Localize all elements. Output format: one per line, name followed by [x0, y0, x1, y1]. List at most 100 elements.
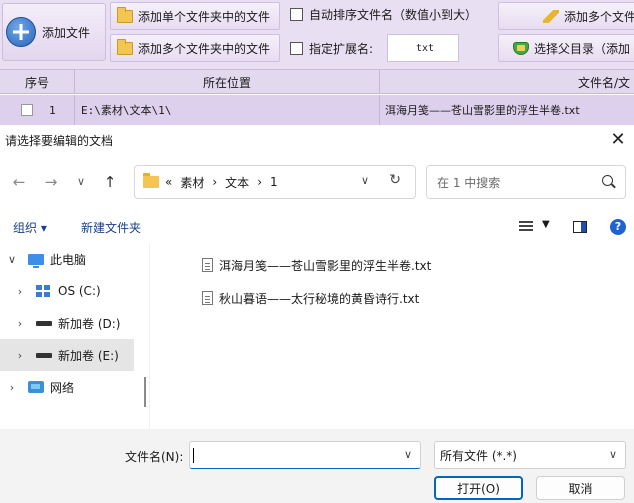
choose-parent-button[interactable]: 选择父目录（添加 [498, 34, 634, 62]
navigation-tree: ∨ 此电脑 › OS (C:) › 新加卷 (D:) › 新加卷 (E:) › … [0, 243, 150, 429]
file-type-value: 所有文件 (*.*) [440, 448, 517, 463]
windows-drive-icon [36, 285, 50, 297]
tree-item-label: 新加卷 (E:) [58, 348, 119, 363]
chevron-down-icon[interactable]: ∨ [609, 448, 617, 461]
chevron-down-icon[interactable]: ▼ [542, 219, 550, 230]
back-arrow-icon[interactable]: ← [8, 171, 30, 193]
file-type-select[interactable]: 所有文件 (*.*) ∨ [434, 441, 626, 469]
add-multi-folder-label: 添加多个文件夹中的文件 [138, 41, 271, 56]
tree-item-label: OS (C:) [58, 284, 101, 298]
chevron-right-icon[interactable]: › [13, 349, 27, 362]
network-icon [28, 381, 44, 393]
row-index-cell: 1 [0, 95, 75, 125]
tree-item-label: 网络 [50, 380, 75, 395]
file-name: 秋山暮语——太行秘境的黄昏诗行.txt [219, 291, 420, 306]
tree-item-volume-d[interactable]: › 新加卷 (D:) [0, 307, 134, 339]
chevron-right-icon[interactable]: › [13, 317, 27, 330]
tree-item-label: 此电脑 [50, 252, 87, 267]
tree-item-volume-e[interactable]: › 新加卷 (E:) [0, 339, 134, 371]
file-item[interactable]: 洱海月笺——苍山雪影里的浮生半卷.txt [202, 255, 431, 275]
tree-item-this-pc[interactable]: ∨ 此电脑 [0, 243, 134, 275]
row-checkbox[interactable] [21, 104, 33, 116]
tree-item-network[interactable]: › 网络 [0, 371, 134, 403]
plus-icon [6, 17, 36, 47]
checkbox-box[interactable] [290, 7, 303, 21]
organize-menu[interactable]: 组织 ▾ [13, 219, 47, 236]
app-toolbar: 添加文件 添加单个文件夹中的文件 添加多个文件夹中的文件 自动排序文件名（数值小… [0, 0, 634, 70]
drive-icon [36, 352, 52, 358]
folder-icon [143, 173, 159, 188]
view-options-icon[interactable] [519, 221, 533, 233]
pencil-icon [543, 9, 559, 23]
cancel-button[interactable]: 取消 [536, 476, 625, 500]
breadcrumb-item[interactable]: 1 [270, 175, 278, 189]
recent-locations-icon[interactable]: ∨ [70, 171, 92, 193]
address-bar[interactable]: « 素材 › 文本 › 1 ∨ ↻ [134, 165, 416, 199]
chevron-down-icon[interactable]: ∨ [361, 174, 369, 187]
col-header-filename[interactable]: 文件名/文 [380, 70, 634, 94]
table-header: 序号 所在位置 文件名/文 [0, 70, 634, 94]
up-arrow-icon[interactable]: ↑ [99, 171, 121, 193]
computer-icon [28, 253, 44, 268]
add-multi-files-button[interactable]: 添加多个文件 [498, 2, 634, 30]
add-single-folder-button[interactable]: 添加单个文件夹中的文件 [110, 2, 280, 30]
checkbox-box[interactable] [290, 41, 303, 55]
breadcrumb-overflow[interactable]: « [165, 175, 172, 189]
dialog-title-bar: 请选择要编辑的文档 [0, 125, 634, 155]
open-button[interactable]: 打开(O) [434, 476, 523, 500]
add-multi-files-label: 添加多个文件 [564, 9, 634, 24]
refresh-icon[interactable]: ↻ [389, 172, 401, 188]
auto-sort-label: 自动排序文件名（数值小到大） [309, 7, 478, 22]
add-file-button[interactable]: 添加文件 [2, 3, 106, 61]
add-single-folder-label: 添加单个文件夹中的文件 [138, 9, 271, 24]
file-item[interactable]: 秋山暮语——太行秘境的黄昏诗行.txt [202, 288, 419, 308]
close-icon[interactable]: ✕ [607, 129, 629, 151]
open-file-dialog: 请选择要编辑的文档 ✕ ← → ∨ ↑ « 素材 › 文本 › 1 ∨ ↻ 在 … [0, 125, 634, 503]
search-box[interactable]: 在 1 中搜索 [426, 165, 626, 199]
add-file-label: 添加文件 [42, 25, 91, 40]
preview-pane-icon[interactable] [573, 221, 587, 233]
row-filename: 洱海月笺——苍山雪影里的浮生半卷.txt [385, 104, 580, 117]
text-file-icon [202, 258, 213, 272]
row-index: 1 [49, 103, 56, 117]
breadcrumb-separator[interactable]: › [257, 175, 262, 189]
auto-sort-checkbox[interactable]: 自动排序文件名（数值小到大） [290, 0, 477, 28]
new-folder-button[interactable]: 新建文件夹 [81, 219, 141, 236]
tree-item-label: 新加卷 (D:) [58, 316, 121, 331]
dialog-footer: 文件名(N): ∨ 所有文件 (*.*) ∨ 打开(O) 取消 [0, 429, 634, 503]
row-location: E:\素材\文本\1\ [75, 95, 380, 125]
command-bar: 组织 ▾ 新建文件夹 ▼ ? [0, 213, 634, 243]
col-header-location[interactable]: 所在位置 [75, 70, 380, 94]
chevron-down-icon[interactable]: ∨ [404, 448, 412, 461]
folder-icon [117, 6, 133, 23]
tree-scrollbar[interactable] [144, 377, 146, 407]
search-icon[interactable] [602, 175, 613, 186]
dialog-title: 请选择要编辑的文档 [5, 133, 114, 148]
choose-parent-label: 选择父目录（添加 [534, 41, 631, 56]
breadcrumb-separator[interactable]: › [212, 175, 217, 189]
breadcrumb-item[interactable]: 文本 [225, 174, 249, 191]
add-multi-folder-button[interactable]: 添加多个文件夹中的文件 [110, 34, 280, 62]
text-caret [193, 448, 194, 463]
breadcrumb-item[interactable]: 素材 [180, 174, 204, 191]
text-file-icon [202, 291, 213, 305]
chevron-right-icon[interactable]: › [5, 381, 19, 394]
specify-ext-label: 指定扩展名: [309, 41, 374, 56]
table-row[interactable]: 1 E:\素材\文本\1\ 洱海月笺——苍山雪影里的浮生半卷.txt [0, 95, 634, 125]
search-placeholder: 在 1 中搜索 [437, 175, 501, 190]
extension-input[interactable]: txt [387, 34, 459, 62]
tree-item-os-c[interactable]: › OS (C:) [0, 275, 134, 307]
chevron-right-icon[interactable]: › [13, 285, 27, 298]
file-name: 洱海月笺——苍山雪影里的浮生半卷.txt [219, 258, 432, 273]
specify-ext-checkbox[interactable]: 指定扩展名: [290, 34, 373, 62]
folder-icon [117, 38, 133, 55]
shield-icon [513, 41, 529, 55]
help-icon[interactable]: ? [610, 219, 626, 235]
col-header-index[interactable]: 序号 [0, 70, 75, 94]
forward-arrow-icon[interactable]: → [40, 171, 62, 193]
file-list: 洱海月笺——苍山雪影里的浮生半卷.txt 秋山暮语——太行秘境的黄昏诗行.txt [150, 243, 634, 429]
filename-input[interactable]: ∨ [189, 441, 421, 469]
drive-icon [36, 320, 52, 326]
filename-label: 文件名(N): [125, 450, 184, 464]
chevron-down-icon[interactable]: ∨ [5, 253, 19, 266]
